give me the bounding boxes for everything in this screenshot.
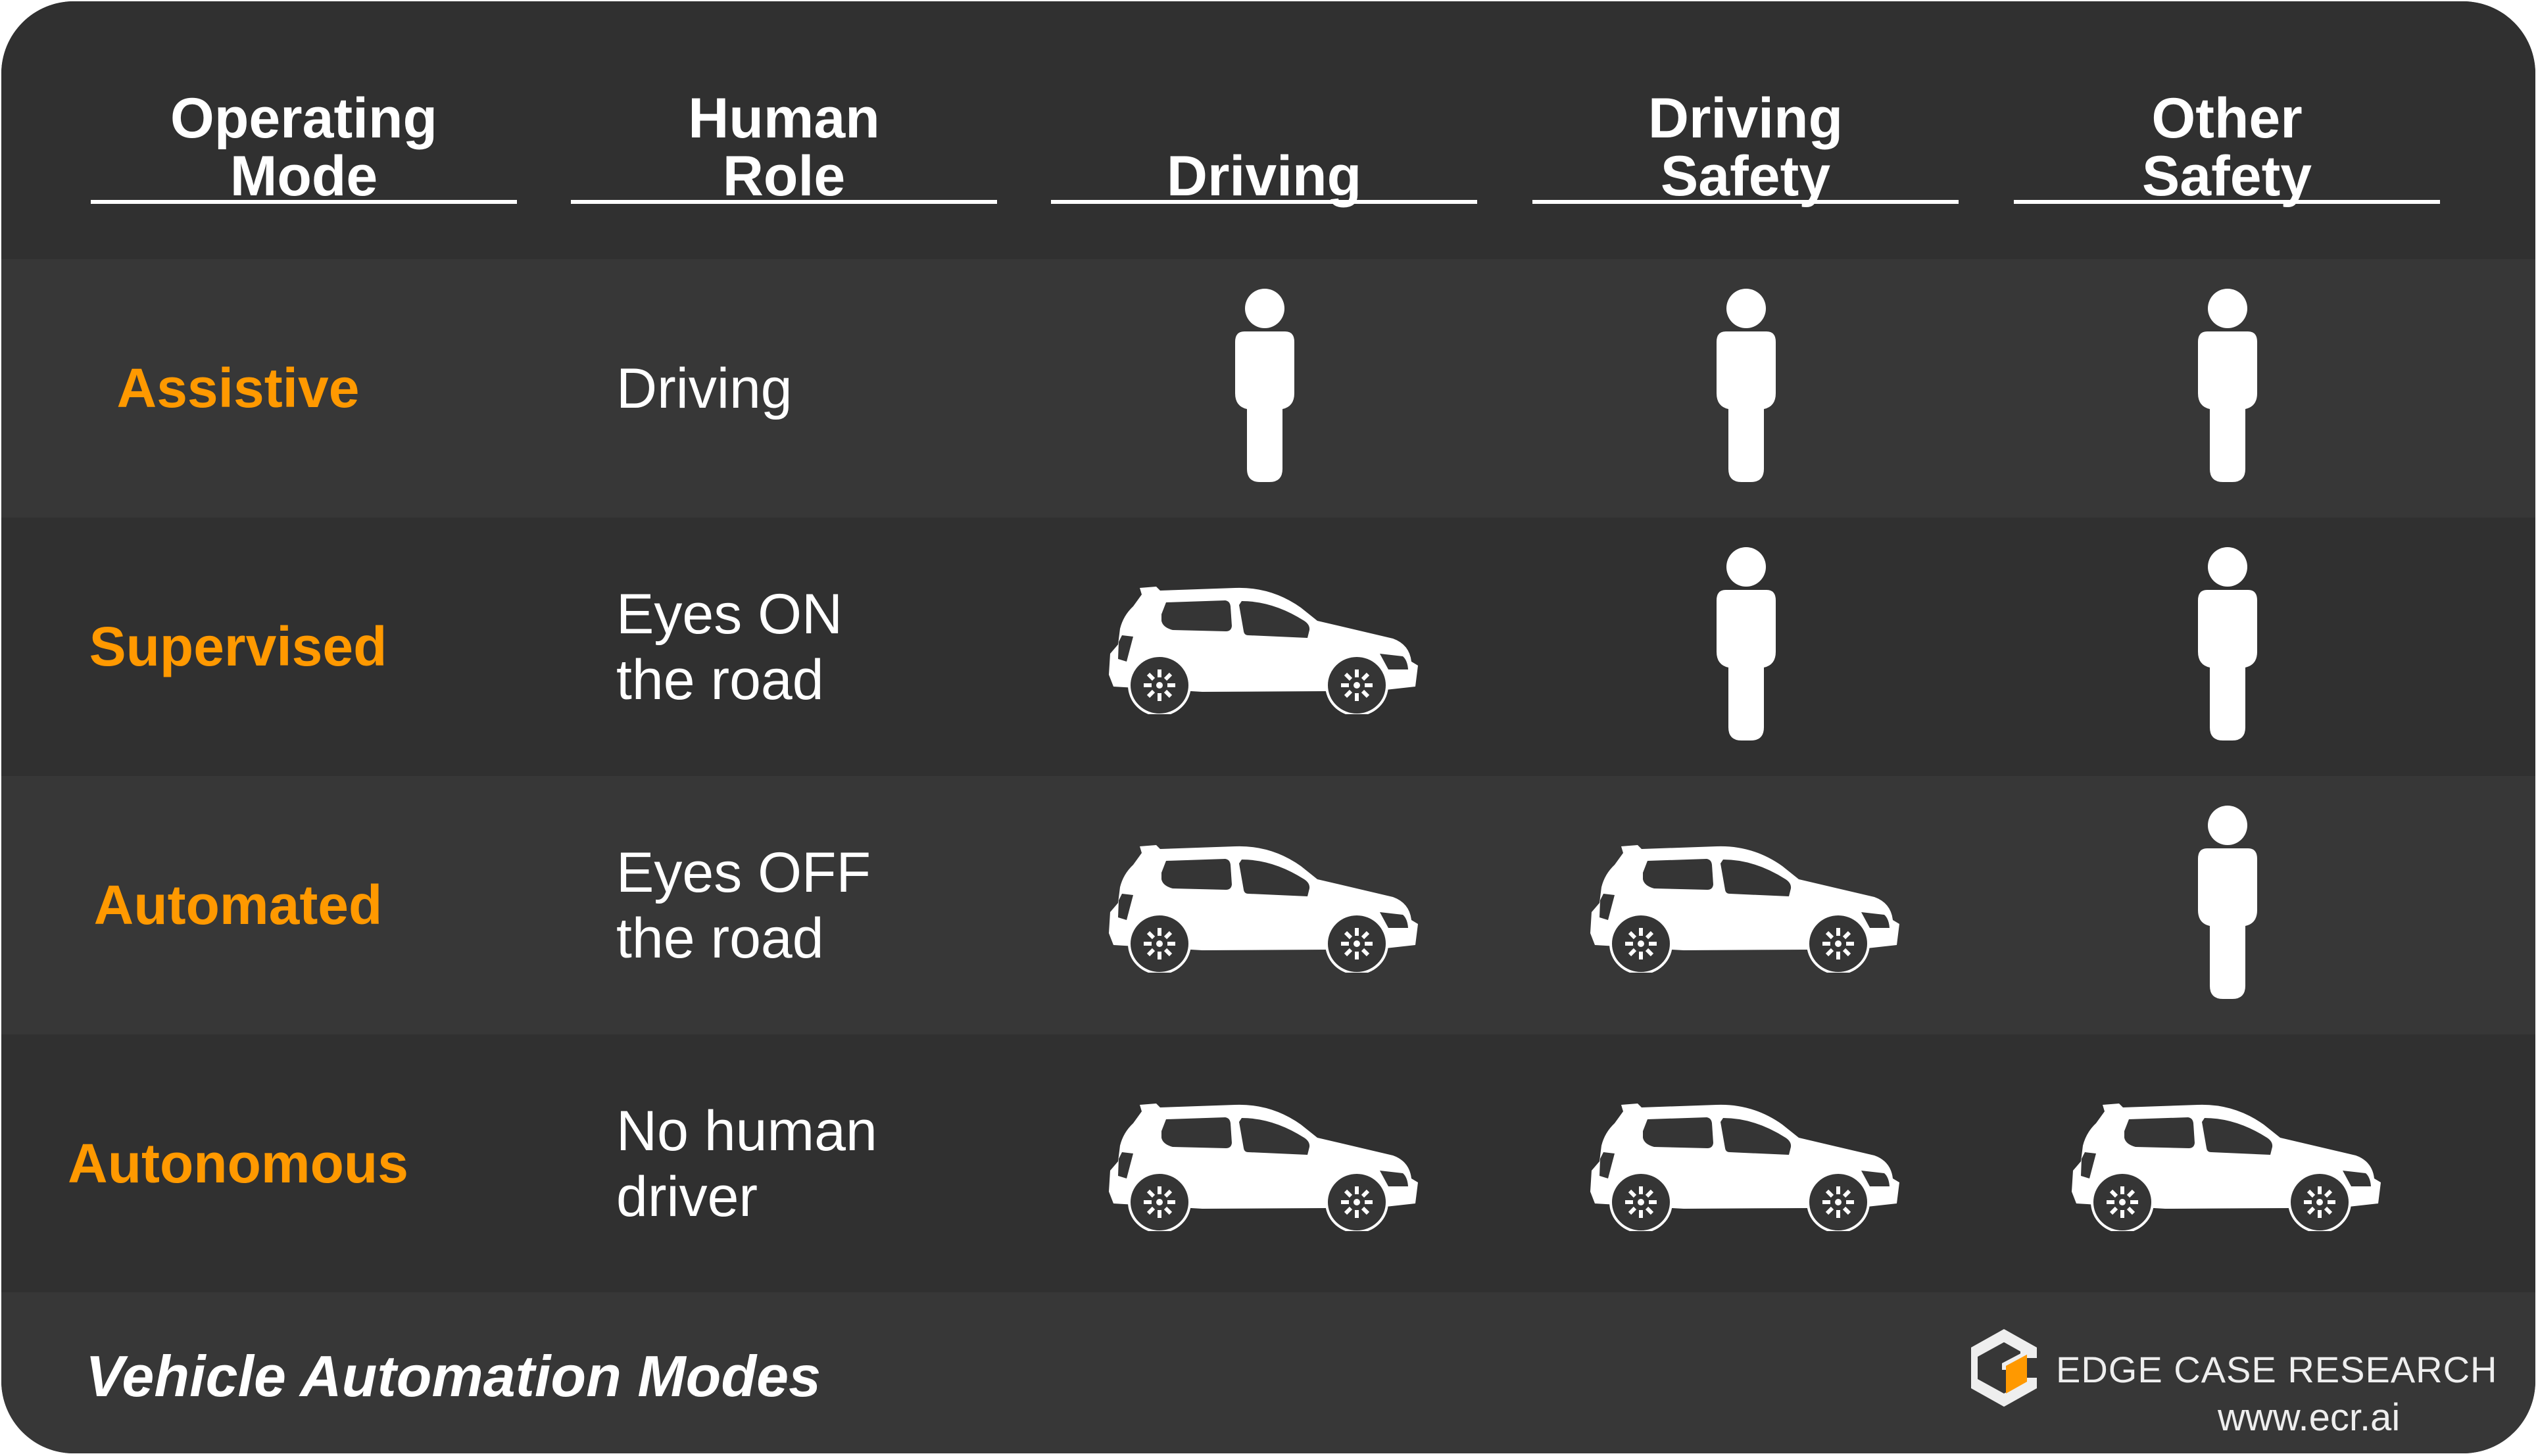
car-icon	[1585, 1093, 1907, 1234]
person-icon	[1710, 546, 1782, 747]
brand-url-link[interactable]: www.ecr.ai	[2218, 1395, 2400, 1440]
person-icon	[2191, 546, 2264, 747]
column-header-line: Driving	[1166, 145, 1362, 208]
cell-driving	[1025, 518, 1505, 776]
cell-other-safety	[1988, 259, 2468, 518]
column-header-line: Human	[688, 87, 880, 150]
human-role-line: driver	[616, 1165, 758, 1228]
cell-driving-safety	[1506, 518, 1986, 776]
column-header-line: Driving	[1647, 87, 1843, 150]
human-role-line: Eyes OFF	[616, 840, 871, 904]
brand-name: EDGE CASE RESEARCH	[2056, 1348, 2498, 1390]
car-icon	[2066, 1093, 2389, 1234]
cell-other-safety	[1988, 1034, 2468, 1293]
table-row: Assistive Driving	[1, 259, 2535, 518]
table-row: Supervised Eyes ON the road	[1, 518, 2535, 776]
cell-driving-safety	[1506, 259, 1986, 518]
car-icon	[1104, 835, 1426, 976]
human-role-text: Eyes OFF the road	[616, 776, 871, 1034]
human-role-line: Driving	[616, 356, 793, 420]
header-underline	[571, 200, 997, 204]
human-role-text: No human driver	[616, 1034, 877, 1293]
column-header-human-role: Human Role	[571, 61, 997, 205]
cell-driving-safety	[1506, 776, 1986, 1034]
column-header-other-safety: Other Safety	[2014, 61, 2440, 205]
column-header-line: Safety	[2141, 145, 2312, 208]
car-icon	[1104, 1093, 1426, 1234]
cell-driving	[1025, 259, 1505, 518]
table-row: Automated Eyes OFF the road	[1, 776, 2535, 1034]
cell-other-safety	[1988, 776, 2468, 1034]
column-header-line: Operating	[170, 87, 438, 150]
person-icon	[1710, 288, 1782, 489]
cell-driving	[1025, 776, 1505, 1034]
operating-mode-label: Supervised	[89, 616, 387, 677]
person-icon	[1229, 288, 1301, 489]
column-header-driving-safety: Driving Safety	[1532, 61, 1959, 205]
human-role-line: the road	[616, 906, 824, 970]
header-underline	[1051, 200, 1477, 204]
automation-modes-card: Operating Mode Human Role Driving Drivin…	[1, 1, 2535, 1453]
cell-driving	[1025, 1034, 1505, 1293]
person-icon	[2191, 288, 2264, 489]
human-role-text: Driving	[616, 259, 793, 518]
human-role-text: Eyes ON the road	[616, 518, 842, 776]
human-role-line: No human	[616, 1099, 877, 1163]
column-header-line: Other	[2151, 87, 2303, 150]
diagram-title: Vehicle Automation Modes	[85, 1344, 821, 1409]
column-header-driving: Driving	[1051, 61, 1477, 205]
cell-driving-safety	[1506, 1034, 1986, 1293]
car-icon	[1104, 576, 1426, 717]
table-header: Operating Mode Human Role Driving Drivin…	[1, 1, 2535, 259]
column-header-line: Mode	[230, 145, 378, 208]
person-icon	[2191, 805, 2264, 1006]
operating-mode-label: Automated	[93, 874, 383, 936]
header-underline	[91, 200, 517, 204]
header-underline	[1532, 200, 1959, 204]
column-header-line: Safety	[1660, 145, 1831, 208]
header-underline	[2014, 200, 2440, 204]
human-role-line: Eyes ON	[616, 582, 843, 646]
column-header-line: Role	[722, 145, 846, 208]
car-icon	[1585, 835, 1907, 976]
table-row: Autonomous No human driver	[1, 1034, 2535, 1293]
operating-mode-label: Assistive	[116, 357, 360, 419]
ecr-cube-logo-icon	[1968, 1326, 2040, 1412]
operating-mode-label: Autonomous	[68, 1132, 408, 1194]
human-role-line: the road	[616, 648, 824, 712]
cell-other-safety	[1988, 518, 2468, 776]
column-header-operating-mode: Operating Mode	[91, 61, 517, 205]
